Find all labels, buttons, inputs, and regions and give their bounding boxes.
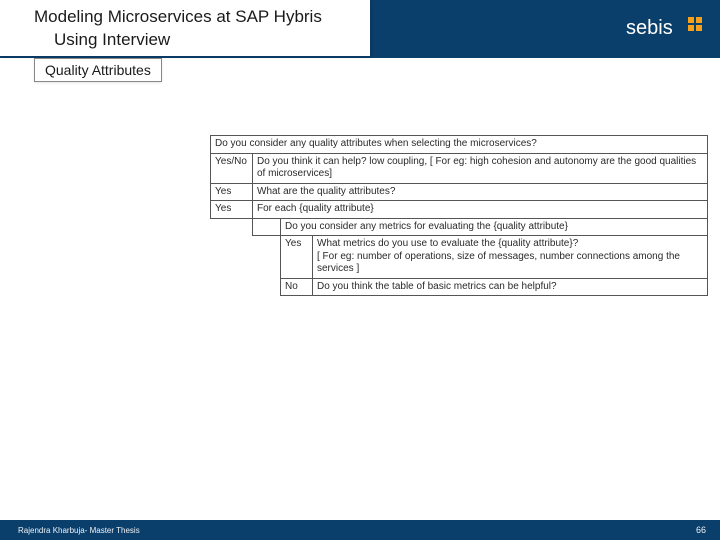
- question-cell: What metrics do you use to evaluate the …: [313, 236, 708, 279]
- sebis-logo: sebis: [626, 14, 706, 44]
- empty-cell: [211, 278, 253, 296]
- empty-cell: [253, 218, 281, 236]
- footer-bar: Rajendra Kharbuja- Master Thesis 66: [0, 520, 720, 540]
- answer-cell: Yes/No: [211, 153, 253, 183]
- answer-cell: Yes: [211, 201, 253, 219]
- slide-title-line1: Modeling Microservices at SAP Hybris: [34, 6, 358, 29]
- answer-cell: Yes: [211, 183, 253, 201]
- question-cell: Do you think the table of basic metrics …: [313, 278, 708, 296]
- answer-cell: No: [281, 278, 313, 296]
- answer-cell: Yes: [281, 236, 313, 279]
- page-number: 66: [696, 525, 706, 535]
- question-row: Do you consider any quality attributes w…: [211, 136, 708, 154]
- empty-cell: [211, 218, 253, 236]
- question-cell: For each {quality attribute}: [253, 201, 708, 219]
- footer-author: Rajendra Kharbuja- Master Thesis: [18, 526, 140, 535]
- interview-table: Do you consider any quality attributes w…: [210, 135, 708, 296]
- question-cell: What are the quality attributes?: [253, 183, 708, 201]
- empty-cell: [253, 236, 281, 279]
- svg-text:sebis: sebis: [626, 17, 673, 39]
- title-block: Modeling Microservices at SAP Hybris Usi…: [0, 0, 370, 56]
- question-cell: Do you consider any metrics for evaluati…: [281, 218, 708, 236]
- section-tab: Quality Attributes: [34, 58, 162, 82]
- empty-cell: [211, 236, 253, 279]
- question-cell: Do you think it can help? low coupling, …: [253, 153, 708, 183]
- slide-title-line2: Using Interview: [34, 29, 358, 52]
- empty-cell: [253, 278, 281, 296]
